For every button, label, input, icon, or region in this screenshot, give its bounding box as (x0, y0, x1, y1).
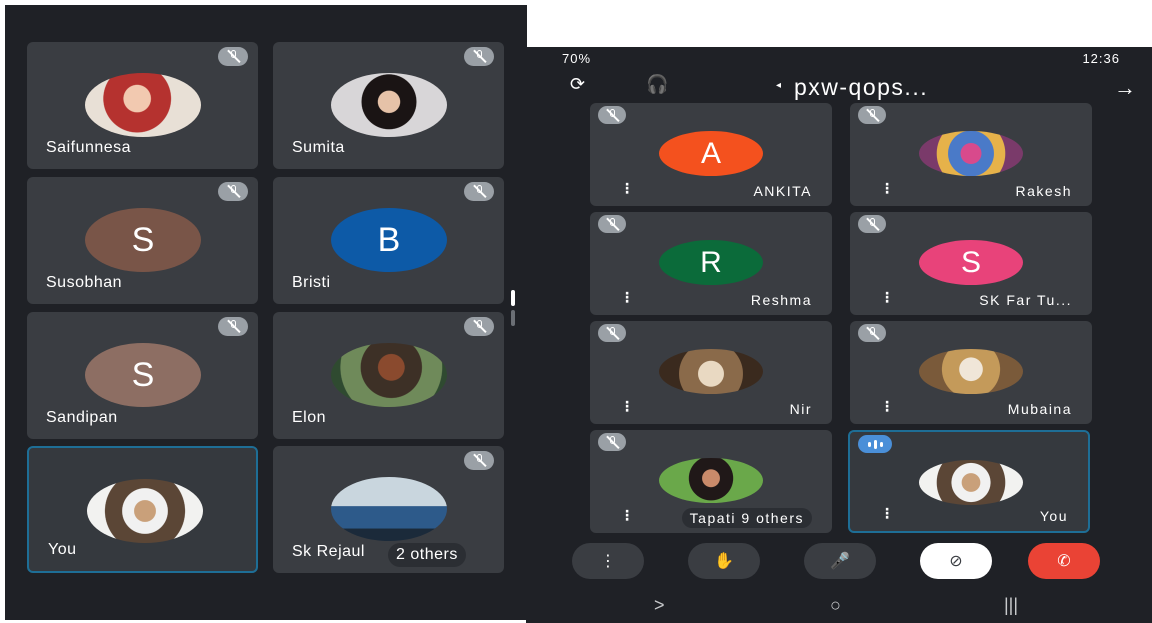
participant-name: Sumita (292, 139, 345, 156)
avatar (659, 349, 763, 394)
participant-name: SK Far Tu... (979, 292, 1072, 308)
participant-name: Sk Rejaul (292, 543, 365, 560)
status-bar: 70% 12:36 (526, 47, 1152, 71)
more-vert-icon[interactable]: ⋮ (572, 543, 644, 579)
mic-off-icon (598, 324, 626, 342)
mic-off-icon (218, 47, 248, 66)
left-meeting-screen: Saifunnesa Sumita S Susobhan B Bristi S … (5, 5, 527, 620)
participant-tile[interactable]: R ⋮ Reshma (590, 212, 832, 315)
participant-tile[interactable]: A ⋮ ANKITA (590, 103, 832, 206)
avatar: S (85, 343, 201, 407)
flip-camera-icon[interactable]: ⟳ (570, 74, 585, 95)
participant-name: You (48, 541, 77, 558)
nav-back-button[interactable]: > (654, 595, 665, 616)
participant-name: Susobhan (46, 274, 123, 291)
mic-off-icon (598, 433, 626, 451)
participant-tile[interactable]: Saifunnesa (27, 42, 258, 169)
battery-status: 70% (562, 51, 592, 66)
participant-name: You (1039, 508, 1068, 524)
participant-tile-self[interactable]: You (27, 446, 258, 573)
raise-hand-icon[interactable]: ✋ (688, 543, 760, 579)
avatar: S (919, 240, 1023, 285)
more-options-icon[interactable]: ⋮ (880, 398, 894, 415)
avatar: B (331, 208, 447, 272)
headset-icon[interactable]: 🎧 (646, 74, 668, 95)
participant-tile[interactable]: Sumita (273, 42, 504, 169)
participant-name: Rakesh (1015, 183, 1072, 199)
avatar (659, 458, 763, 503)
participant-name: Elon (292, 409, 327, 426)
participant-tile[interactable]: ⋮ Nir (590, 321, 832, 424)
participant-name: Reshma (750, 292, 812, 308)
more-options-icon[interactable]: ⋮ (880, 180, 894, 197)
avatar (919, 131, 1023, 176)
mic-off-icon (858, 106, 886, 124)
mic-icon[interactable]: 🎤 (804, 543, 876, 579)
participant-name: Mubaina (1007, 401, 1072, 417)
more-options-icon[interactable]: ⋮ (620, 180, 634, 197)
others-count: 9 others (741, 510, 804, 526)
avatar (919, 460, 1023, 505)
participant-tile[interactable]: S Sandipan (27, 312, 258, 439)
mic-off-icon (858, 324, 886, 342)
participant-tile[interactable]: Elon (273, 312, 504, 439)
participant-name: Bristi (292, 274, 331, 291)
avatar (85, 73, 201, 137)
more-options-icon[interactable]: ⋮ (620, 289, 634, 306)
end-call-icon[interactable]: ✆ (1028, 543, 1100, 579)
scrollbar[interactable] (511, 290, 516, 334)
avatar (919, 349, 1023, 394)
avatar (331, 477, 447, 541)
mic-off-icon (858, 215, 886, 233)
participant-name: Tapati (689, 510, 737, 526)
avatar (331, 343, 447, 407)
others-count-badge[interactable]: Tapati 9 others (681, 508, 812, 528)
participant-tile[interactable]: S Susobhan (27, 177, 258, 304)
mic-off-icon (464, 451, 494, 470)
mic-off-icon (218, 317, 248, 336)
right-meeting-screen: 70% 12:36 ⟳ 🎧 ◂ pxw-qops... → A ⋮ ANKITA… (526, 47, 1152, 623)
participant-tile[interactable]: S ⋮ SK Far Tu... (850, 212, 1092, 315)
participant-name: Saifunnesa (46, 139, 132, 156)
avatar (331, 73, 447, 137)
more-options-icon[interactable]: ⋮ (620, 398, 634, 415)
avatar: R (659, 240, 763, 285)
participant-name: ANKITA (753, 183, 812, 199)
mic-off-icon (598, 215, 626, 233)
participant-tile[interactable]: Sk Rejaul 2 others (273, 446, 504, 573)
participant-tile[interactable]: ⋮ Tapati 9 others (590, 430, 832, 533)
participant-name: Nir (789, 401, 812, 417)
call-controls: ⋮ ✋ 🎤 ⊘ ✆ (526, 543, 1152, 583)
meeting-code[interactable]: pxw-qops... (794, 74, 928, 101)
back-arrow-icon[interactable]: → (1114, 75, 1136, 101)
mic-off-icon (218, 182, 248, 201)
more-options-icon[interactable]: ⋮ (620, 507, 634, 524)
system-navbar: > ○ ||| (526, 593, 1152, 623)
avatar: A (659, 131, 763, 176)
speaking-indicator-icon (858, 435, 892, 453)
participant-tile[interactable]: ⋮ Rakesh (850, 103, 1092, 206)
mic-off-icon (464, 47, 494, 66)
others-count-badge[interactable]: 2 others (388, 543, 466, 567)
participant-tile-self[interactable]: ⋮ You (848, 430, 1090, 533)
more-options-icon[interactable]: ⋮ (880, 289, 894, 306)
participant-tile[interactable]: B Bristi (273, 177, 504, 304)
more-options-icon[interactable]: ⋮ (880, 505, 894, 522)
caret-icon[interactable]: ◂ (776, 80, 781, 91)
avatar (87, 479, 203, 543)
mic-off-icon (464, 317, 494, 336)
mic-off-icon (598, 106, 626, 124)
nav-recents-button[interactable]: ||| (1004, 595, 1018, 616)
participant-name: Sandipan (46, 409, 118, 426)
clock: 12:36 (1082, 51, 1120, 66)
nav-home-button[interactable]: ○ (830, 595, 841, 616)
meeting-header: ⟳ 🎧 ◂ pxw-qops... → (526, 71, 1152, 103)
participant-tile[interactable]: ⋮ Mubaina (850, 321, 1092, 424)
avatar: S (85, 208, 201, 272)
camera-off-icon[interactable]: ⊘ (920, 543, 992, 579)
mic-off-icon (464, 182, 494, 201)
